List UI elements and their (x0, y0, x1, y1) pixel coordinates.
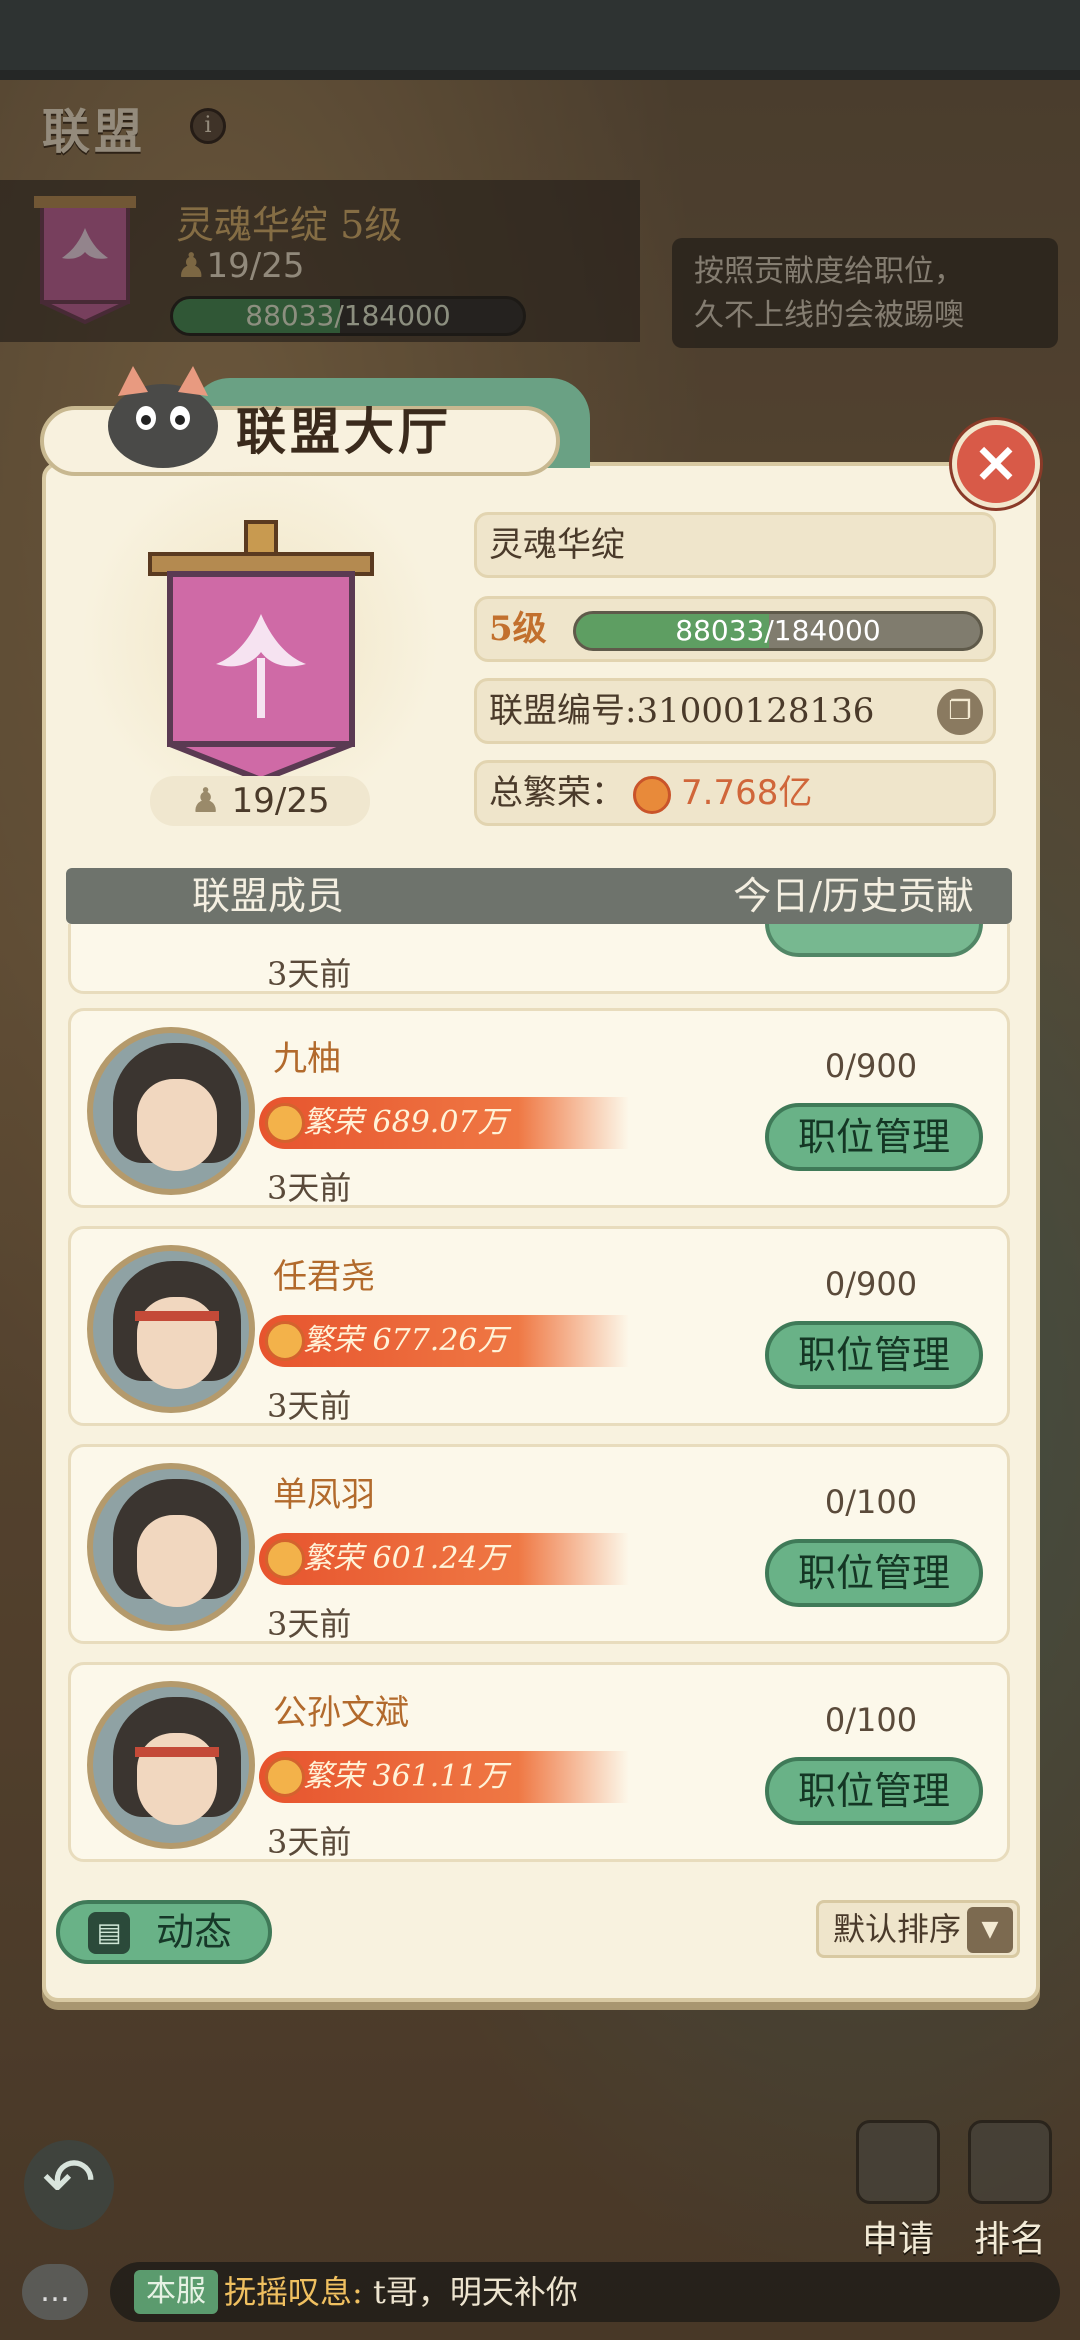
member-name: 九柚 (273, 1039, 341, 1079)
member-contribution: 0/100 (824, 1483, 918, 1521)
level-progress-bar: 88033/184000 (573, 611, 983, 651)
member-last-online: 3天前 (267, 1605, 352, 1643)
member-prosperity: 繁荣 601.24万 (259, 1533, 629, 1585)
member-card: 3天前 (68, 924, 1010, 994)
position-manage-button[interactable]: 职位管理 (765, 1321, 983, 1389)
member-avatar[interactable] (87, 1463, 255, 1631)
chat-icon[interactable]: … (22, 2264, 88, 2320)
member-prosperity: 繁荣 361.11万 (259, 1751, 629, 1803)
back-button[interactable]: ↶ (24, 2140, 114, 2230)
member-avatar[interactable] (87, 1681, 255, 1849)
apply-button[interactable]: 申请 (848, 2120, 948, 2260)
member-prosperity-text: 繁荣 689.07万 (303, 1105, 508, 1140)
sort-dropdown[interactable]: 默认排序 ▼ (816, 1900, 1020, 1958)
member-avatar[interactable] (87, 1027, 255, 1195)
prosperity-value: 7.768亿 (681, 773, 813, 813)
chat-text: t哥，明天补你 (362, 2273, 578, 2311)
panel-title: 联盟大厅 (236, 402, 452, 461)
member-list-header: 联盟成员 今日/历史贡献 (66, 868, 1012, 924)
member-last-online: 3天前 (267, 1169, 352, 1207)
rank-button[interactable]: 排名 (960, 2120, 1060, 2260)
prosperity-flame-icon (265, 1321, 305, 1361)
sort-label: 默认排序 (833, 1910, 962, 1948)
member-card: 九柚 繁荣 689.07万 3天前 0/900 职位管理 (68, 1008, 1010, 1208)
member-last-online: 3天前 (267, 1387, 352, 1425)
chat-sender: 抚摇叹息: (224, 2273, 363, 2311)
prosperity-flame-icon (633, 776, 671, 814)
member-prosperity-text: 繁荣 677.26万 (303, 1323, 508, 1358)
prosperity-flame-icon (265, 1103, 305, 1143)
member-avatar[interactable] (87, 1245, 255, 1413)
level-progress-text: 88033/184000 (675, 614, 881, 647)
member-last-online: 3天前 (267, 955, 352, 993)
chat-message: 抚摇叹息: t哥，明天补你 (224, 2270, 578, 2314)
position-manage-button[interactable] (765, 924, 983, 957)
member-contribution: 0/900 (824, 1047, 918, 1085)
header-members: 联盟成员 (192, 874, 345, 918)
copy-icon[interactable]: ❐ (937, 689, 983, 735)
alliance-level-field: 5级 88033/184000 (474, 596, 996, 662)
member-prosperity: 繁荣 689.07万 (259, 1097, 629, 1149)
alliance-id-field: 联盟编号:31000128136 ❐ (474, 678, 996, 744)
member-icon: ♟ (190, 781, 221, 821)
member-contribution: 0/100 (824, 1701, 918, 1739)
member-card: 单凤羽 繁荣 601.24万 3天前 0/100 职位管理 (68, 1444, 1010, 1644)
panel-member-count: ♟ 19/25 (150, 776, 370, 826)
pavilion-icon (968, 2120, 1052, 2204)
alliance-prosperity-field: 总繁荣： 7.768亿 (474, 760, 996, 826)
member-card: 任君尧 繁荣 677.26万 3天前 0/900 职位管理 (68, 1226, 1010, 1426)
rank-label: 排名 (973, 2219, 1046, 2260)
member-name: 单凤羽 (273, 1475, 375, 1515)
position-manage-button[interactable]: 职位管理 (765, 1103, 983, 1171)
back-arrow-icon: ↶ (42, 2145, 96, 2219)
member-contribution: 0/900 (824, 1265, 918, 1303)
alliance-name-field: 灵魂华绽 (474, 512, 996, 578)
position-manage-button[interactable]: 职位管理 (765, 1539, 983, 1607)
member-prosperity: 繁荣 677.26万 (259, 1315, 629, 1367)
member-prosperity-text: 繁荣 361.11万 (303, 1759, 508, 1794)
dynamics-label: 动态 (156, 1910, 233, 1954)
chevron-down-icon: ▼ (967, 1907, 1013, 1953)
alliance-id-text: 联盟编号:31000128136 (489, 691, 875, 731)
alliance-banner-icon (148, 520, 374, 784)
member-last-online: 3天前 (267, 1823, 352, 1861)
header-contribution: 今日/历史贡献 (733, 874, 974, 918)
member-name: 任君尧 (273, 1257, 375, 1297)
position-manage-button[interactable]: 职位管理 (765, 1757, 983, 1825)
apply-label: 申请 (861, 2219, 934, 2260)
close-button[interactable]: × (952, 420, 1040, 508)
member-prosperity-text: 繁荣 601.24万 (303, 1541, 508, 1576)
member-card: 公孙文斌 繁荣 361.11万 3天前 0/100 职位管理 (68, 1662, 1010, 1862)
panel-member-count-text: 19/25 (231, 781, 330, 821)
member-name: 公孙文斌 (273, 1693, 409, 1733)
prosperity-flame-icon (265, 1539, 305, 1579)
prosperity-flame-icon (265, 1757, 305, 1797)
prosperity-label: 总繁荣： (489, 773, 625, 813)
book-icon: ▤ (88, 1912, 130, 1954)
dynamics-button[interactable]: ▤ 动态 (56, 1900, 272, 1964)
level-label: 5级 (489, 609, 547, 649)
chat-channel-tag: 本服 (134, 2270, 218, 2314)
close-icon: × (972, 430, 1020, 495)
scroll-icon (856, 2120, 940, 2204)
member-list[interactable]: 3天前 九柚 繁荣 689.07万 3天前 0/900 职位管理 任君尧 繁荣 … (66, 924, 1012, 1872)
dragon-mascot-icon (108, 366, 218, 468)
